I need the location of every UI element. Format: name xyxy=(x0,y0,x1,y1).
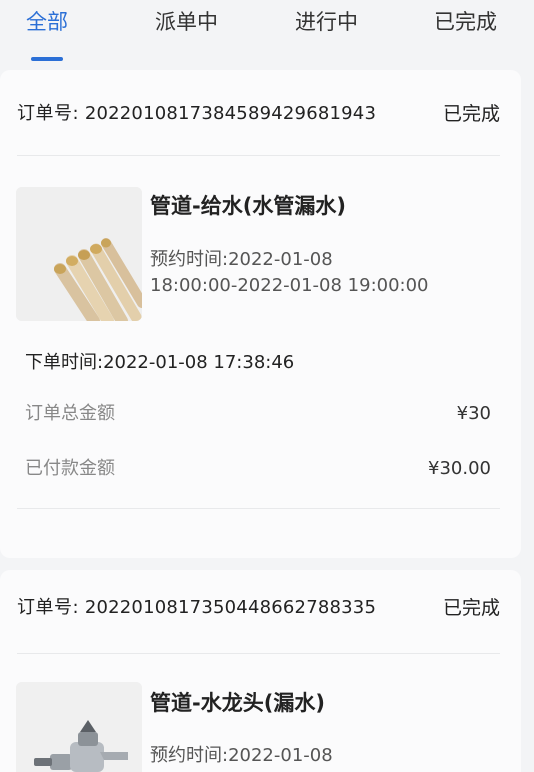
pipes-image[interactable] xyxy=(16,187,142,321)
active-tab-indicator xyxy=(31,57,63,61)
tab-completed[interactable]: 已完成 xyxy=(434,6,497,38)
order-number: 2022010817350448662788335 xyxy=(84,597,377,618)
divider xyxy=(17,508,500,509)
appointment-time: 预约时间:2022-01-08 xyxy=(150,745,333,766)
order-header: 订单号: 2022010817350448662788335 已完成 xyxy=(17,593,500,623)
faucet-image[interactable] xyxy=(16,682,142,772)
paid-amount-value: ¥30.00 xyxy=(428,458,491,479)
pipes-image-svg xyxy=(16,187,142,321)
order-header: 订单号: 2022010817384589429681943 已完成 xyxy=(17,99,500,129)
order-status: 已完成 xyxy=(442,103,500,125)
paid-amount-label: 已付款金额 xyxy=(25,458,115,479)
order-number-label: 订单号: xyxy=(17,597,80,618)
order-status: 已完成 xyxy=(442,597,500,619)
order-number: 2022010817384589429681943 xyxy=(84,103,377,124)
order-total-row: 订单总金额 ¥30 xyxy=(25,401,491,427)
service-title: 管道-水龙头(漏水) xyxy=(150,691,325,715)
tab-all[interactable]: 全部 xyxy=(26,6,68,38)
order-total-label: 订单总金额 xyxy=(25,403,115,424)
divider xyxy=(17,653,500,654)
service-title: 管道-给水(水管漏水) xyxy=(150,194,346,218)
appointment-time-range: 18:00:00-2022-01-08 19:00:00 xyxy=(150,275,429,296)
order-create-time: 下单时间:2022-01-08 17:38:46 xyxy=(25,352,295,373)
order-card[interactable]: 订单号: 2022010817350448662788335 已完成 管道-水龙… xyxy=(0,570,521,772)
tab-in-progress[interactable]: 进行中 xyxy=(295,6,358,38)
divider xyxy=(17,155,500,156)
paid-amount-row: 已付款金额 ¥30.00 xyxy=(25,456,491,482)
order-card[interactable]: 订单号: 2022010817384589429681943 已完成 管道-给水… xyxy=(0,70,521,558)
appointment-time: 预约时间:2022-01-08 xyxy=(150,249,333,270)
status-tabs: 全部 派单中 进行中 已完成 xyxy=(0,0,534,66)
order-number-label: 订单号: xyxy=(17,103,80,124)
order-total-value: ¥30 xyxy=(456,403,491,424)
faucet-image-svg xyxy=(16,682,142,772)
tab-dispatching[interactable]: 派单中 xyxy=(155,6,218,38)
